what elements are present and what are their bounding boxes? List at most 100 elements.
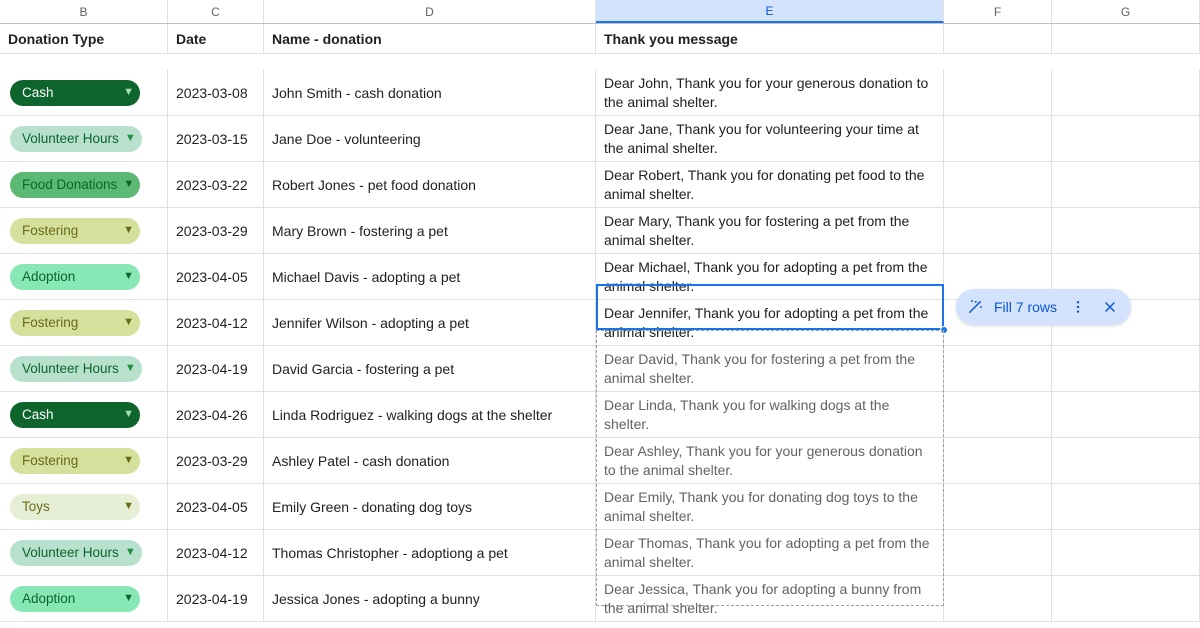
cell-thank-you-message[interactable]: Dear Linda, Thank you for walking dogs a… bbox=[596, 392, 944, 438]
cell-thank-you-message[interactable]: Dear Mary, Thank you for fostering a pet… bbox=[596, 208, 944, 254]
cell-donation-type[interactable]: Fostering▼ bbox=[0, 300, 168, 346]
cell-donation-type[interactable]: Toys▼ bbox=[0, 484, 168, 530]
donation-type-chip[interactable]: Fostering▼ bbox=[10, 218, 140, 244]
chevron-down-icon[interactable]: ▼ bbox=[123, 225, 134, 236]
cell-empty[interactable] bbox=[944, 392, 1052, 438]
cell-date[interactable]: 2023-03-08 bbox=[168, 70, 264, 116]
cell-thank-you-message[interactable]: Dear Thomas, Thank you for adopting a pe… bbox=[596, 530, 944, 576]
chevron-down-icon[interactable]: ▼ bbox=[123, 317, 134, 328]
cell-thank-you-message[interactable]: Dear Jane, Thank you for volunteering yo… bbox=[596, 116, 944, 162]
cell-empty[interactable] bbox=[1052, 70, 1200, 116]
donation-type-chip[interactable]: Fostering▼ bbox=[10, 448, 140, 474]
cell-empty[interactable] bbox=[944, 530, 1052, 576]
cell-empty[interactable] bbox=[944, 116, 1052, 162]
donation-type-chip[interactable]: Volunteer Hours▼ bbox=[10, 126, 142, 152]
smart-fill-label[interactable]: Fill 7 rows bbox=[994, 299, 1057, 315]
cell-thank-you-message[interactable]: Dear Jessica, Thank you for adopting a b… bbox=[596, 576, 944, 622]
header-empty-f[interactable] bbox=[944, 24, 1052, 54]
cell-empty[interactable] bbox=[1052, 576, 1200, 622]
cell-empty[interactable] bbox=[944, 162, 1052, 208]
cell-empty[interactable] bbox=[944, 576, 1052, 622]
cell-empty[interactable] bbox=[1052, 116, 1200, 162]
cell-date[interactable]: 2023-03-29 bbox=[168, 208, 264, 254]
chevron-down-icon[interactable]: ▼ bbox=[123, 501, 134, 512]
close-icon[interactable] bbox=[1099, 296, 1121, 318]
header-empty-g[interactable] bbox=[1052, 24, 1200, 54]
donation-type-chip[interactable]: Cash▼ bbox=[10, 80, 140, 106]
cell-thank-you-message[interactable]: Dear Jennifer, Thank you for adopting a … bbox=[596, 300, 944, 346]
donation-type-chip[interactable]: Fostering▼ bbox=[10, 310, 140, 336]
cell-donation-type[interactable]: Adoption▼ bbox=[0, 576, 168, 622]
chevron-down-icon[interactable]: ▼ bbox=[125, 547, 136, 558]
donation-type-chip[interactable]: Adoption▼ bbox=[10, 264, 140, 290]
cell-date[interactable]: 2023-03-29 bbox=[168, 438, 264, 484]
cell-empty[interactable] bbox=[1052, 162, 1200, 208]
cell-date[interactable]: 2023-04-19 bbox=[168, 346, 264, 392]
cell-name-donation[interactable]: Ashley Patel - cash donation bbox=[264, 438, 596, 484]
column-header-c[interactable]: C bbox=[168, 0, 264, 23]
cell-donation-type[interactable]: Volunteer Hours▼ bbox=[0, 346, 168, 392]
cell-date[interactable]: 2023-04-12 bbox=[168, 300, 264, 346]
cell-name-donation[interactable]: Jennifer Wilson - adopting a pet bbox=[264, 300, 596, 346]
cell-thank-you-message[interactable]: Dear John, Thank you for your generous d… bbox=[596, 70, 944, 116]
chevron-down-icon[interactable]: ▼ bbox=[125, 133, 136, 144]
cell-donation-type[interactable]: Volunteer Hours▼ bbox=[0, 116, 168, 162]
header-name-donation[interactable]: Name - donation bbox=[264, 24, 596, 54]
donation-type-chip[interactable]: Volunteer Hours▼ bbox=[10, 540, 142, 566]
more-options-icon[interactable] bbox=[1067, 296, 1089, 318]
cell-date[interactable]: 2023-04-19 bbox=[168, 576, 264, 622]
chevron-down-icon[interactable]: ▼ bbox=[123, 455, 134, 466]
column-header-b[interactable]: B bbox=[0, 0, 168, 23]
chevron-down-icon[interactable]: ▼ bbox=[123, 593, 134, 604]
cell-donation-type[interactable]: Fostering▼ bbox=[0, 208, 168, 254]
cell-name-donation[interactable]: David Garcia - fostering a pet bbox=[264, 346, 596, 392]
cell-name-donation[interactable]: Jane Doe - volunteering bbox=[264, 116, 596, 162]
donation-type-chip[interactable]: Volunteer Hours▼ bbox=[10, 356, 142, 382]
cell-thank-you-message[interactable]: Dear David, Thank you for fostering a pe… bbox=[596, 346, 944, 392]
fill-handle[interactable] bbox=[940, 326, 948, 334]
cell-thank-you-message[interactable]: Dear Emily, Thank you for donating dog t… bbox=[596, 484, 944, 530]
cell-name-donation[interactable]: Mary Brown - fostering a pet bbox=[264, 208, 596, 254]
cell-donation-type[interactable]: Volunteer Hours▼ bbox=[0, 530, 168, 576]
donation-type-chip[interactable]: Adoption▼ bbox=[10, 586, 140, 612]
cell-empty[interactable] bbox=[1052, 392, 1200, 438]
cell-donation-type[interactable]: Cash▼ bbox=[0, 392, 168, 438]
cell-date[interactable]: 2023-04-26 bbox=[168, 392, 264, 438]
column-header-e[interactable]: E bbox=[596, 0, 944, 23]
cell-name-donation[interactable]: Emily Green - donating dog toys bbox=[264, 484, 596, 530]
chevron-down-icon[interactable]: ▼ bbox=[123, 87, 134, 98]
cell-empty[interactable] bbox=[944, 346, 1052, 392]
donation-type-chip[interactable]: Food Donations▼ bbox=[10, 172, 140, 198]
cell-date[interactable]: 2023-03-22 bbox=[168, 162, 264, 208]
cell-donation-type[interactable]: Fostering▼ bbox=[0, 438, 168, 484]
column-header-f[interactable]: F bbox=[944, 0, 1052, 23]
donation-type-chip[interactable]: Cash▼ bbox=[10, 402, 140, 428]
cell-name-donation[interactable]: Jessica Jones - adopting a bunny bbox=[264, 576, 596, 622]
header-donation-type[interactable]: Donation Type bbox=[0, 24, 168, 54]
cell-date[interactable]: 2023-04-12 bbox=[168, 530, 264, 576]
cell-date[interactable]: 2023-04-05 bbox=[168, 254, 264, 300]
cell-name-donation[interactable]: Michael Davis - adopting a pet bbox=[264, 254, 596, 300]
cell-donation-type[interactable]: Food Donations▼ bbox=[0, 162, 168, 208]
cell-empty[interactable] bbox=[944, 70, 1052, 116]
cell-empty[interactable] bbox=[1052, 438, 1200, 484]
header-thank-you[interactable]: Thank you message bbox=[596, 24, 944, 54]
cell-empty[interactable] bbox=[1052, 484, 1200, 530]
cell-thank-you-message[interactable]: Dear Michael, Thank you for adopting a p… bbox=[596, 254, 944, 300]
cell-name-donation[interactable]: Linda Rodriguez - walking dogs at the sh… bbox=[264, 392, 596, 438]
chevron-down-icon[interactable]: ▼ bbox=[125, 363, 136, 374]
donation-type-chip[interactable]: Toys▼ bbox=[10, 494, 140, 520]
cell-empty[interactable] bbox=[944, 208, 1052, 254]
chevron-down-icon[interactable]: ▼ bbox=[123, 179, 134, 190]
chevron-down-icon[interactable]: ▼ bbox=[123, 271, 134, 282]
header-date[interactable]: Date bbox=[168, 24, 264, 54]
column-header-d[interactable]: D bbox=[264, 0, 596, 23]
cell-empty[interactable] bbox=[944, 484, 1052, 530]
cell-empty[interactable] bbox=[944, 438, 1052, 484]
cell-thank-you-message[interactable]: Dear Robert, Thank you for donating pet … bbox=[596, 162, 944, 208]
cell-thank-you-message[interactable]: Dear Ashley, Thank you for your generous… bbox=[596, 438, 944, 484]
cell-date[interactable]: 2023-04-05 bbox=[168, 484, 264, 530]
cell-name-donation[interactable]: Robert Jones - pet food donation bbox=[264, 162, 596, 208]
cell-donation-type[interactable]: Adoption▼ bbox=[0, 254, 168, 300]
cell-name-donation[interactable]: Thomas Christopher - adoptiong a pet bbox=[264, 530, 596, 576]
